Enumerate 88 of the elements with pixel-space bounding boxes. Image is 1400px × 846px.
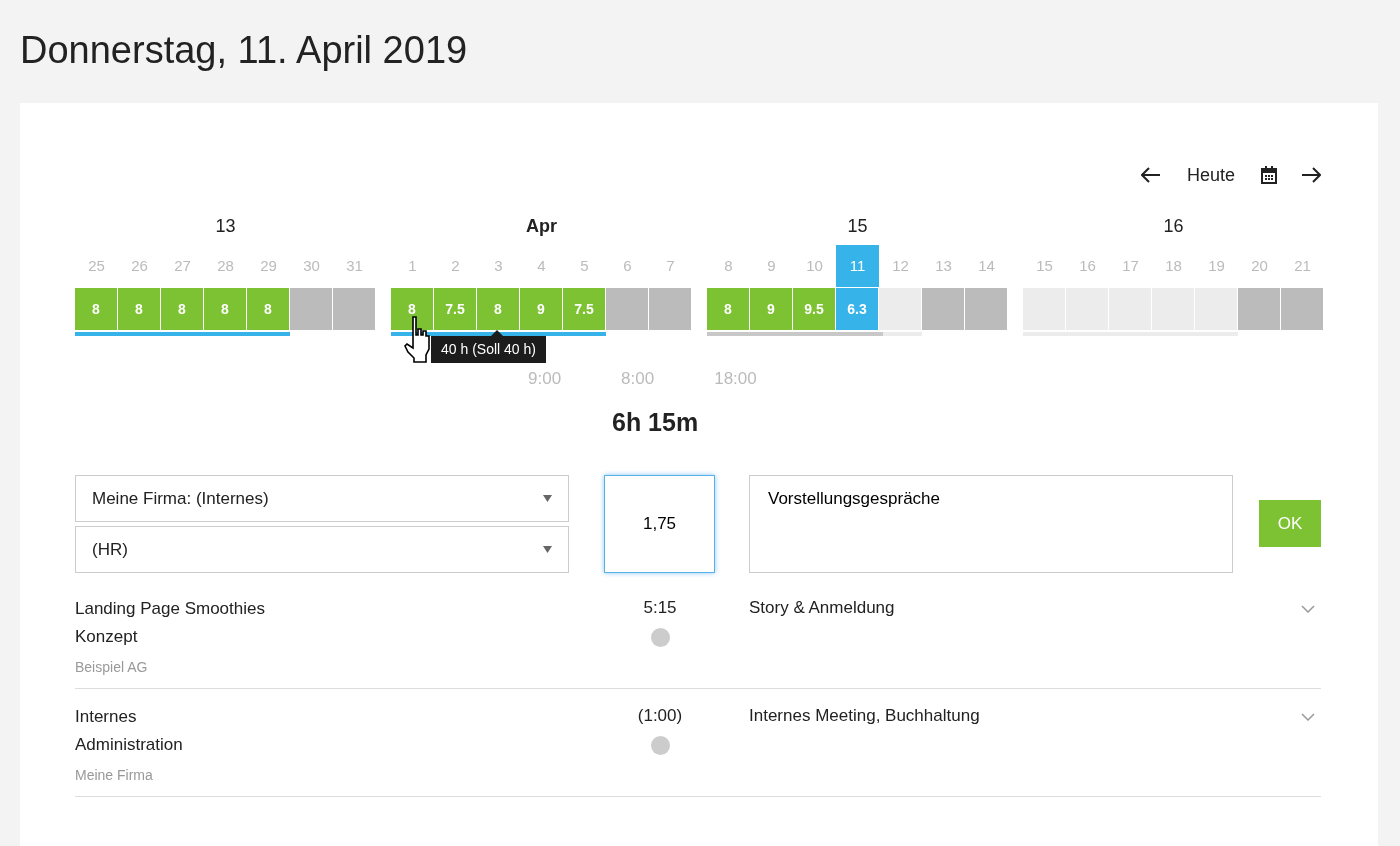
day-cell[interactable]: 9.5	[793, 288, 835, 330]
day-number[interactable]: 6	[606, 245, 649, 287]
day-number[interactable]: 2	[434, 245, 477, 287]
day-cell[interactable]	[1238, 288, 1280, 330]
day-cell[interactable]	[606, 288, 648, 330]
ok-button[interactable]: OK	[1259, 500, 1321, 547]
day-number[interactable]: 3	[477, 245, 520, 287]
caret-down-icon[interactable]	[543, 546, 552, 553]
day-number[interactable]: 7	[649, 245, 692, 287]
day-number[interactable]: 13	[922, 245, 965, 287]
day-number[interactable]: 9	[750, 245, 793, 287]
day-cell[interactable]	[649, 288, 691, 330]
day-cell[interactable]	[965, 288, 1007, 330]
day-cell[interactable]: 8	[707, 288, 749, 330]
day-cell[interactable]: 7.5	[563, 288, 605, 330]
week-label: 13	[215, 216, 236, 236]
day-cell[interactable]: 8	[118, 288, 160, 330]
day-number[interactable]: 1	[391, 245, 434, 287]
entry-duration: 5:15	[642, 597, 678, 619]
day-cell[interactable]: 8	[75, 288, 117, 330]
entry-duration: (1:00)	[636, 705, 684, 727]
description-field[interactable]: Vorstellungsgespräche	[749, 475, 1233, 573]
day-number[interactable]: 26	[118, 245, 161, 287]
page-title: Donnerstag, 11. April 2019	[19, 28, 469, 73]
day-number[interactable]: 12	[879, 245, 922, 287]
day-number[interactable]: 20	[1238, 245, 1281, 287]
week-label: 15	[847, 216, 868, 236]
arrow-right-icon[interactable]	[1301, 167, 1321, 183]
day-number[interactable]: 19	[1195, 245, 1238, 287]
entry-description: Story & Anmeldung	[749, 597, 896, 619]
chevron-down-icon[interactable]	[1301, 713, 1315, 721]
today-button[interactable]: Heute	[1176, 161, 1245, 189]
time-label: 18:00	[714, 368, 757, 390]
project-name: Administration	[75, 734, 184, 756]
day-cell[interactable]	[290, 288, 332, 330]
day-cell[interactable]: 8	[477, 288, 519, 330]
day-number[interactable]: 31	[333, 245, 376, 287]
time-label: 9:00	[528, 368, 562, 390]
day-cell[interactable]	[333, 288, 375, 330]
day-cell[interactable]	[1195, 288, 1237, 330]
day-cell[interactable]: 9	[520, 288, 562, 330]
day-number[interactable]: 15	[1023, 245, 1066, 287]
tooltip: 40 h (Soll 40 h)	[431, 336, 546, 363]
day-number[interactable]: 14	[965, 245, 1008, 287]
project-select[interactable]: (HR)	[75, 526, 569, 573]
project-name: Landing Page Smoothies	[75, 598, 266, 620]
entry-description: Internes Meeting, Buchhaltung	[749, 705, 981, 727]
week-label: 16	[1163, 216, 1184, 236]
hours-field[interactable]: 1,75	[604, 475, 715, 573]
day-number[interactable]: 16	[1066, 245, 1109, 287]
day-number[interactable]: 25	[75, 245, 118, 287]
calendar-icon[interactable]	[1261, 166, 1277, 184]
day-cell[interactable]	[922, 288, 964, 330]
day-cell[interactable]: 8	[247, 288, 289, 330]
day-number[interactable]: 21	[1281, 245, 1324, 287]
day-cell[interactable]: 6.3	[836, 288, 878, 330]
project-name: Konzept	[75, 626, 139, 648]
client-name: Beispiel AG	[75, 658, 149, 677]
arrow-left-icon[interactable]	[1140, 167, 1161, 183]
day-number[interactable]: 17	[1109, 245, 1152, 287]
day-number[interactable]: 30	[290, 245, 333, 287]
day-cell[interactable]: 8	[204, 288, 246, 330]
day-number[interactable]: 28	[204, 245, 247, 287]
day-number[interactable]: 10	[793, 245, 836, 287]
day-cell[interactable]: 8	[161, 288, 203, 330]
day-number[interactable]: 18	[1152, 245, 1195, 287]
time-label: 8:00	[621, 368, 655, 390]
status-dot	[650, 735, 670, 755]
day-cell[interactable]	[879, 288, 921, 330]
customer-select[interactable]: Meine Firma: (Internes)	[75, 475, 569, 522]
day-number[interactable]: 27	[161, 245, 204, 287]
day-number[interactable]: 11	[836, 245, 879, 287]
status-dot	[650, 627, 670, 647]
day-cell[interactable]	[1281, 288, 1323, 330]
day-number[interactable]: 4	[520, 245, 563, 287]
day-cell[interactable]: 8	[391, 288, 433, 330]
project-name: Internes	[75, 706, 138, 728]
client-name: Meine Firma	[75, 766, 154, 785]
day-cell[interactable]: 7.5	[434, 288, 476, 330]
week-label: Apr	[526, 216, 557, 236]
day-cell[interactable]: 9	[750, 288, 792, 330]
total-duration: 6h 15m	[612, 406, 700, 438]
day-number[interactable]: 8	[707, 245, 750, 287]
caret-down-icon[interactable]	[543, 495, 552, 502]
chevron-down-icon[interactable]	[1301, 605, 1315, 613]
day-number[interactable]: 29	[247, 245, 290, 287]
hand-cursor-icon	[404, 315, 430, 363]
day-number[interactable]: 5	[563, 245, 606, 287]
